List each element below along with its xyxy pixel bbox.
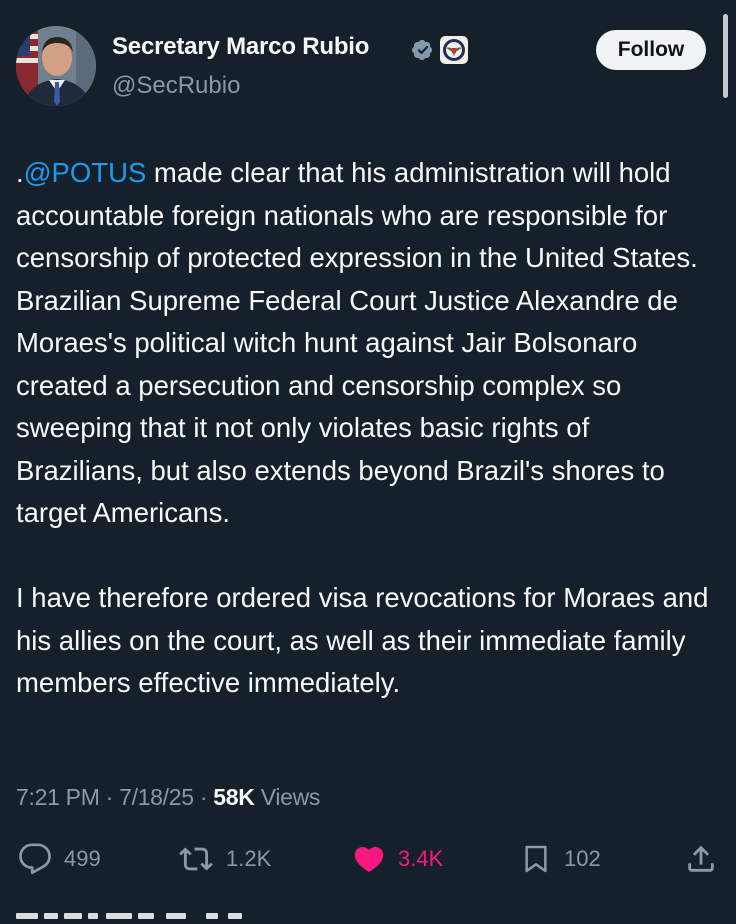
meta-separator: · [99, 784, 120, 810]
display-name[interactable]: Secretary Marco Rubio [112, 33, 369, 61]
repost-count: 1.2K [226, 846, 272, 871]
meta-separator: · [193, 784, 214, 810]
share-button[interactable] [684, 840, 730, 878]
mention-prefix: . [16, 157, 24, 188]
state-department-seal-icon[interactable] [440, 36, 468, 64]
post-time[interactable]: 7:21 PM [16, 784, 100, 810]
post-paragraph-1: .@POTUS made clear that his administrati… [16, 152, 722, 535]
views-label: Views [260, 784, 321, 810]
repost-button[interactable]: 1.2K [178, 840, 271, 878]
heart-icon [352, 842, 386, 876]
bookmark-button[interactable]: 102 [520, 840, 601, 878]
like-count: 3.4K [398, 846, 444, 871]
reply-button[interactable]: 499 [18, 840, 101, 878]
post-text: .@POTUS made clear that his administrati… [16, 152, 722, 705]
scrollbar[interactable] [723, 14, 728, 98]
mention-link[interactable]: @POTUS [24, 157, 147, 188]
post-detail-view: Secretary Marco Rubio @SecRubio Follow .… [0, 0, 736, 924]
avatar[interactable] [16, 26, 96, 106]
repost-icon [178, 842, 214, 876]
bookmark-icon [520, 842, 552, 876]
share-icon [684, 842, 718, 876]
next-section-edge [16, 913, 246, 924]
paragraph-1-text: made clear that his administration will … [16, 157, 698, 528]
reply-count: 499 [64, 846, 101, 871]
bookmark-count: 102 [564, 846, 601, 871]
post-metadata: 7:21 PM · 7/18/25 · 58K Views [16, 784, 320, 811]
post-date[interactable]: 7/18/25 [119, 784, 194, 810]
views-count: 58K [213, 784, 255, 810]
like-button[interactable]: 3.4K [352, 840, 443, 878]
verified-badge-icon[interactable] [410, 37, 436, 63]
reply-icon [18, 842, 52, 876]
follow-button[interactable]: Follow [596, 30, 706, 70]
post-paragraph-2: I have therefore ordered visa revocation… [16, 582, 709, 698]
handle[interactable]: @SecRubio [112, 72, 240, 100]
